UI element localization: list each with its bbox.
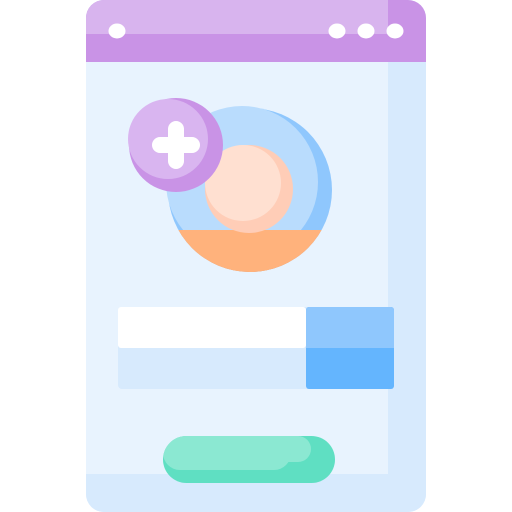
input-field[interactable]: [118, 307, 394, 389]
window-dot-right-3: [386, 23, 404, 39]
illustration-stage: [0, 0, 512, 512]
add-profile-photo-icon: [86, 0, 426, 512]
input-field-button[interactable]: [306, 307, 394, 389]
title-bar: [86, 0, 426, 62]
window-dot-right-1: [328, 23, 346, 39]
window-dot-right-2: [357, 23, 375, 39]
submit-button[interactable]: [163, 436, 335, 483]
window-dot-left: [108, 23, 126, 39]
